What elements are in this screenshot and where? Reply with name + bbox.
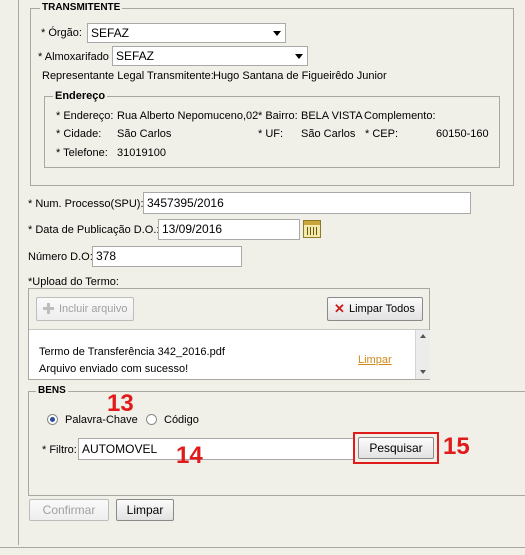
chevron-down-icon: [273, 31, 281, 36]
bairro-label: * Bairro:: [258, 110, 298, 122]
calendar-icon[interactable]: [303, 220, 321, 238]
pesquisar-button[interactable]: Pesquisar: [358, 437, 434, 459]
cidade-value: São Carlos: [117, 128, 172, 140]
uf-value: São Carlos: [301, 128, 356, 140]
limpar-todos-label: Limpar Todos: [349, 303, 415, 315]
annotation-14: 14: [176, 442, 203, 469]
data-publicacao-input[interactable]: 13/09/2016: [158, 219, 300, 240]
codigo-label[interactable]: Código: [164, 413, 199, 427]
orgao-label: * Órgão:: [41, 27, 82, 39]
endereco-label: * Endereço:: [56, 110, 114, 122]
file-name: Termo de Transferência 342_2016.pdf: [39, 346, 225, 358]
data-publicacao-label: * Data de Publicação D.O.:: [28, 224, 160, 236]
incluir-arquivo-label: Incluir arquivo: [59, 303, 128, 315]
annotation-15: 15: [443, 433, 470, 460]
uf-label: * UF:: [258, 128, 284, 140]
scroll-up-icon[interactable]: [420, 334, 426, 338]
codigo-radio[interactable]: [146, 414, 157, 425]
complemento-label: Complemento:: [364, 110, 436, 122]
representante-value: Hugo Santana de Figueirêdo Junior: [213, 70, 387, 82]
bottom-frame-line: [0, 547, 525, 548]
file-status: Arquivo enviado com sucesso!: [39, 363, 189, 375]
num-processo-label: * Num. Processo(SPU):: [28, 198, 144, 210]
cep-value: 60150-160: [436, 128, 489, 140]
numero-do-label: Número D.O:: [28, 251, 93, 263]
cep-label: * CEP:: [365, 128, 399, 140]
telefone-value: 31019100: [117, 147, 166, 159]
close-icon: ✕: [334, 301, 345, 316]
representante-label: Representante Legal Transmitente:: [42, 70, 214, 82]
cidade-label: * Cidade:: [56, 128, 102, 140]
upload-label: *Upload do Termo:: [28, 276, 119, 288]
incluir-arquivo-button[interactable]: Incluir arquivo: [36, 297, 134, 321]
scroll-down-icon[interactable]: [420, 370, 426, 374]
almoxarifado-label: * Almoxarifado: [38, 51, 109, 63]
pesquisar-label: Pesquisar: [369, 441, 423, 455]
upload-scrollbar[interactable]: [415, 330, 430, 379]
numero-do-input[interactable]: 378: [92, 246, 242, 267]
endereco-value: Rua Alberto Nepomuceno,02: [117, 110, 259, 122]
chevron-down-icon: [295, 54, 303, 59]
bens-legend: BENS: [36, 385, 68, 397]
plus-icon: [43, 303, 54, 314]
filtro-label: * Filtro:: [42, 444, 77, 456]
transmitente-legend: TRANSMITENTE: [40, 2, 123, 14]
palavra-chave-radio[interactable]: [47, 414, 58, 425]
endereco-legend: Endereço: [53, 90, 108, 102]
limpar-label: Limpar: [126, 503, 164, 517]
orgao-select[interactable]: SEFAZ: [87, 23, 286, 43]
filtro-input[interactable]: AUTOMOVEL: [78, 438, 354, 460]
bairro-value: BELA VISTA: [301, 110, 363, 122]
almoxarifado-select[interactable]: SEFAZ: [112, 46, 308, 66]
file-limpar-link[interactable]: Limpar: [358, 353, 392, 367]
confirmar-button[interactable]: Confirmar: [29, 499, 109, 521]
left-frame-line: [18, 0, 19, 545]
annotation-13: 13: [107, 390, 134, 417]
limpar-todos-button[interactable]: ✕ Limpar Todos: [327, 297, 423, 321]
orgao-value: SEFAZ: [91, 26, 130, 40]
limpar-button[interactable]: Limpar: [116, 499, 174, 521]
almoxarifado-value: SEFAZ: [116, 49, 155, 63]
num-processo-input[interactable]: 3457395/2016: [143, 192, 471, 214]
telefone-label: * Telefone:: [56, 147, 108, 159]
confirmar-label: Confirmar: [42, 503, 96, 517]
